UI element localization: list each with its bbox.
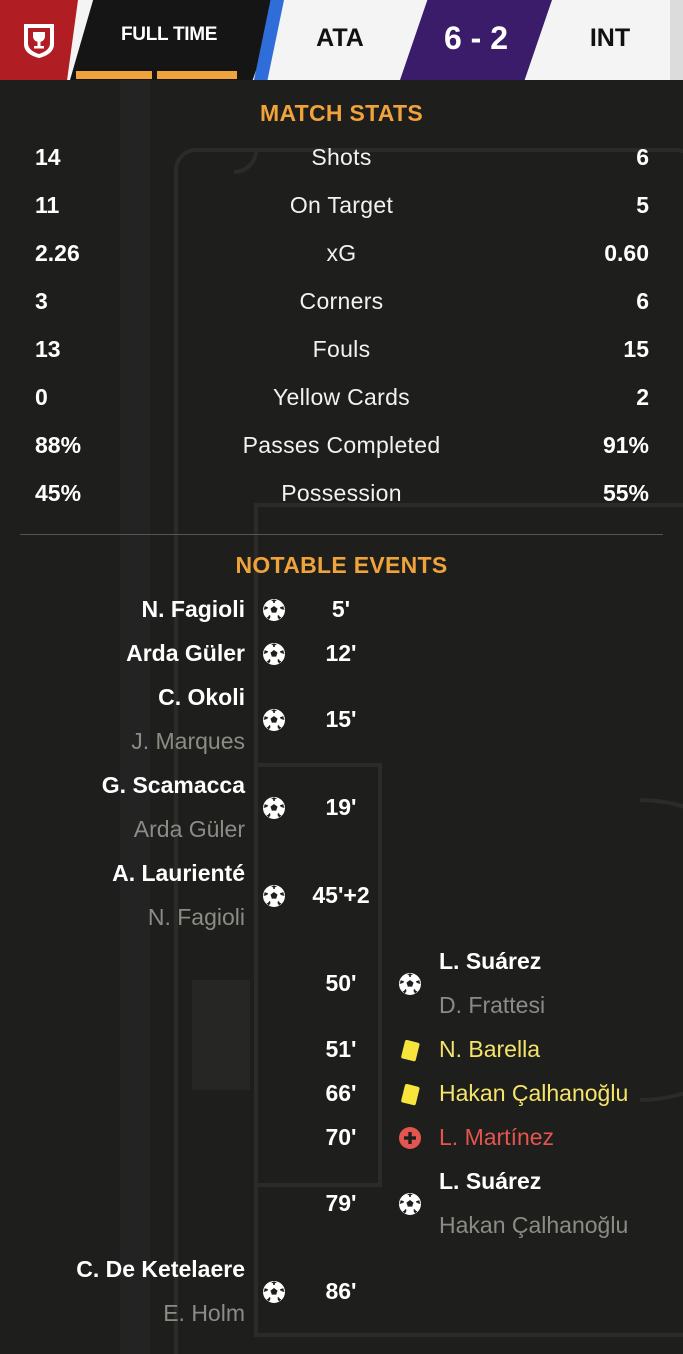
home-team-name[interactable]: ATA	[295, 24, 385, 53]
football-icon	[262, 642, 286, 666]
event-assist-player[interactable]: Hakan Çalhanoğlu	[439, 1212, 628, 1239]
stat-row: Possession 45% 55%	[0, 480, 683, 528]
event-minute: 45'+2	[312, 882, 370, 908]
period-bar-first-half	[76, 71, 152, 79]
stat-home-value: 14	[35, 144, 61, 170]
match-stats-title: MATCH STATS	[260, 100, 423, 126]
event-assist-player[interactable]: N. Fagioli	[148, 904, 245, 931]
football-icon	[262, 1280, 286, 1304]
event-player[interactable]: C. De Ketelaere	[76, 1256, 245, 1283]
stat-away-value: 6	[636, 144, 649, 170]
stat-row: Yellow Cards 0 2	[0, 384, 683, 432]
injury-cross-icon	[398, 1126, 422, 1150]
stat-label: Yellow Cards	[273, 384, 410, 410]
stat-home-value: 13	[35, 336, 61, 362]
event-player[interactable]: L. Suárez	[439, 948, 541, 975]
football-icon	[262, 884, 286, 908]
event-minute: 5'	[331, 596, 351, 622]
stat-row: Fouls 13 15	[0, 336, 683, 384]
event-player[interactable]: Arda Güler	[126, 640, 245, 667]
football-icon	[262, 796, 286, 820]
scoreboard-header: FULL TIME ATA 6 - 2 INT	[0, 0, 683, 80]
stat-away-value: 55%	[602, 480, 649, 506]
event-player[interactable]: A. Laurienté	[112, 860, 245, 887]
event-assist-player[interactable]: Arda Güler	[134, 816, 245, 843]
event-player[interactable]: N. Fagioli	[142, 596, 246, 623]
away-team-name[interactable]: INT	[565, 24, 655, 53]
stat-away-value: 6	[636, 288, 649, 314]
event-minute: 50'	[325, 970, 357, 996]
event-player[interactable]: L. Suárez	[439, 1168, 541, 1195]
stat-away-value: 2	[636, 384, 649, 410]
stat-row: On Target 11 5	[0, 192, 683, 240]
event-minute: 70'	[325, 1124, 357, 1150]
stat-home-value: 88%	[35, 432, 82, 458]
event-minute: 79'	[325, 1190, 357, 1216]
stat-label: Shots	[311, 144, 372, 170]
event-minute: 15'	[325, 706, 357, 732]
stat-away-value: 91%	[602, 432, 649, 458]
stat-home-value: 3	[35, 288, 48, 314]
event-player[interactable]: C. Okoli	[158, 684, 245, 711]
stat-row: Shots 14 6	[0, 144, 683, 192]
notable-events-title: NOTABLE EVENTS	[235, 552, 448, 578]
stat-label: xG	[326, 240, 357, 266]
stat-home-value: 11	[35, 192, 60, 218]
trophy-shield-icon	[24, 24, 54, 58]
stat-row: xG 2.26 0.60	[0, 240, 683, 288]
event-player[interactable]: Hakan Çalhanoğlu	[439, 1080, 628, 1107]
football-icon	[398, 1192, 422, 1216]
stat-away-value: 15	[623, 336, 649, 362]
match-status: FULL TIME	[121, 24, 218, 45]
stat-home-value: 45%	[35, 480, 82, 506]
event-assist-player[interactable]: J. Marques	[131, 728, 245, 755]
yellow-card-icon	[398, 1082, 422, 1106]
yellow-card-icon	[398, 1038, 422, 1062]
period-bar-second-half	[157, 71, 237, 79]
stat-label: Fouls	[312, 336, 371, 362]
event-player[interactable]: G. Scamacca	[102, 772, 245, 799]
football-icon	[262, 598, 286, 622]
event-player[interactable]: L. Martínez	[439, 1124, 554, 1151]
header-edge	[670, 0, 683, 80]
score: 6 - 2	[443, 20, 509, 56]
event-assist-player[interactable]: D. Frattesi	[439, 992, 545, 1019]
stat-away-value: 0.60	[604, 240, 649, 266]
stat-row: Corners 3 6	[0, 288, 683, 336]
event-assist-player[interactable]: E. Holm	[163, 1300, 245, 1327]
football-icon	[398, 972, 422, 996]
event-player[interactable]: N. Barella	[439, 1036, 540, 1063]
stat-home-value: 2.26	[35, 240, 80, 266]
stat-row: Passes Completed 88% 91%	[0, 432, 683, 480]
event-minute: 12'	[325, 640, 357, 666]
stat-label: Passes Completed	[242, 432, 441, 458]
stat-away-value: 5	[636, 192, 649, 218]
event-minute: 19'	[325, 794, 357, 820]
football-icon	[262, 708, 286, 732]
stat-label: Corners	[299, 288, 384, 314]
event-minute: 86'	[325, 1278, 357, 1304]
stat-label: On Target	[289, 192, 394, 218]
event-minute: 66'	[325, 1080, 357, 1106]
competition-logo[interactable]	[0, 0, 78, 80]
section-divider	[20, 534, 663, 535]
stat-home-value: 0	[35, 384, 48, 410]
stat-label: Possession	[281, 480, 402, 506]
event-minute: 51'	[325, 1036, 357, 1062]
